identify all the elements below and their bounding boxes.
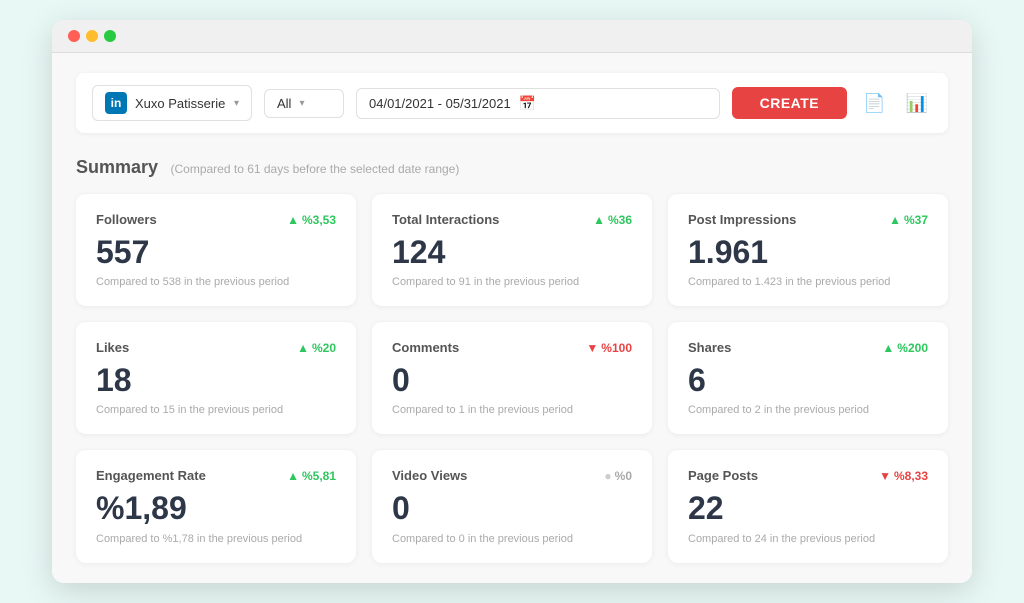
card-title: Followers xyxy=(96,212,157,227)
card-badge: %3,53 xyxy=(287,213,336,227)
account-dropdown[interactable]: in Xuxo Patisserie ▾ xyxy=(92,85,252,121)
card-compare: Compared to %1,78 in the previous period xyxy=(96,533,336,545)
summary-header: Summary (Compared to 61 days before the … xyxy=(76,157,948,178)
card-header: Post Impressions %37 xyxy=(688,212,928,227)
expand-dot xyxy=(104,30,116,42)
card-value: 18 xyxy=(96,363,336,398)
chevron-down-icon: ▾ xyxy=(299,98,304,109)
arrow-down-icon xyxy=(586,341,598,355)
account-name: Xuxo Patisserie xyxy=(135,96,226,111)
toolbar: in Xuxo Patisserie ▾ All ▾ 04/01/2021 - … xyxy=(76,73,948,133)
card-compare: Compared to 538 in the previous period xyxy=(96,276,336,288)
main-content: in Xuxo Patisserie ▾ All ▾ 04/01/2021 - … xyxy=(52,53,972,583)
card-title: Shares xyxy=(688,340,731,355)
stat-card: Engagement Rate %5,81 %1,89 Compared to … xyxy=(76,450,356,562)
card-header: Shares %200 xyxy=(688,340,928,355)
filter-label: All xyxy=(277,96,291,111)
card-title: Post Impressions xyxy=(688,212,796,227)
card-title: Engagement Rate xyxy=(96,468,206,483)
stat-card: Likes %20 18 Compared to 15 in the previ… xyxy=(76,322,356,434)
minimize-dot xyxy=(86,30,98,42)
stat-card: Total Interactions %36 124 Compared to 9… xyxy=(372,194,652,306)
card-value: 6 xyxy=(688,363,928,398)
card-header: Followers %3,53 xyxy=(96,212,336,227)
arrow-up-icon xyxy=(882,341,894,355)
card-compare: Compared to 24 in the previous period xyxy=(688,533,928,545)
linkedin-icon: in xyxy=(105,92,127,114)
card-header: Likes %20 xyxy=(96,340,336,355)
stat-card: Shares %200 6 Compared to 2 in the previ… xyxy=(668,322,948,434)
card-header: Page Posts %8,33 xyxy=(688,468,928,483)
card-compare: Compared to 2 in the previous period xyxy=(688,404,928,416)
card-badge: %5,81 xyxy=(287,469,336,483)
close-dot xyxy=(68,30,80,42)
card-badge: %20 xyxy=(297,341,336,355)
card-value: 124 xyxy=(392,235,632,270)
card-badge: %37 xyxy=(889,213,928,227)
card-value: 557 xyxy=(96,235,336,270)
cards-grid: Followers %3,53 557 Compared to 538 in t… xyxy=(76,194,948,563)
card-title: Total Interactions xyxy=(392,212,499,227)
date-range-text: 04/01/2021 - 05/31/2021 xyxy=(369,96,511,111)
card-header: Video Views %0 xyxy=(392,468,632,483)
date-picker[interactable]: 04/01/2021 - 05/31/2021 📅 xyxy=(356,88,720,119)
card-badge: %200 xyxy=(882,341,928,355)
share-icon[interactable]: 📊 xyxy=(902,89,932,118)
card-compare: Compared to 1.423 in the previous period xyxy=(688,276,928,288)
card-badge: %8,33 xyxy=(879,469,928,483)
browser-bar xyxy=(52,20,972,53)
arrow-down-icon xyxy=(879,469,891,483)
filter-dropdown[interactable]: All ▾ xyxy=(264,89,344,118)
card-value: 0 xyxy=(392,491,632,526)
card-badge: %0 xyxy=(604,469,632,483)
card-title: Video Views xyxy=(392,468,467,483)
card-title: Comments xyxy=(392,340,459,355)
card-compare: Compared to 0 in the previous period xyxy=(392,533,632,545)
card-compare: Compared to 91 in the previous period xyxy=(392,276,632,288)
arrow-up-icon xyxy=(287,469,299,483)
stat-card: Video Views %0 0 Compared to 0 in the pr… xyxy=(372,450,652,562)
summary-subtitle: (Compared to 61 days before the selected… xyxy=(171,162,460,176)
card-title: Page Posts xyxy=(688,468,758,483)
circle-gray-icon xyxy=(604,469,611,483)
arrow-up-icon xyxy=(287,213,299,227)
stat-card: Page Posts %8,33 22 Compared to 24 in th… xyxy=(668,450,948,562)
summary-title: Summary xyxy=(76,157,158,177)
stat-card: Followers %3,53 557 Compared to 538 in t… xyxy=(76,194,356,306)
browser-window: in Xuxo Patisserie ▾ All ▾ 04/01/2021 - … xyxy=(52,20,972,583)
card-value: 1.961 xyxy=(688,235,928,270)
chevron-down-icon: ▾ xyxy=(234,98,239,109)
card-header: Comments %100 xyxy=(392,340,632,355)
card-badge: %100 xyxy=(586,341,632,355)
card-header: Total Interactions %36 xyxy=(392,212,632,227)
card-title: Likes xyxy=(96,340,129,355)
arrow-up-icon xyxy=(889,213,901,227)
calendar-icon: 📅 xyxy=(519,95,536,112)
card-compare: Compared to 15 in the previous period xyxy=(96,404,336,416)
arrow-up-icon xyxy=(593,213,605,227)
download-pdf-icon[interactable]: 📄 xyxy=(859,89,889,118)
card-value: 0 xyxy=(392,363,632,398)
stat-card: Comments %100 0 Compared to 1 in the pre… xyxy=(372,322,652,434)
card-value: %1,89 xyxy=(96,491,336,526)
card-badge: %36 xyxy=(593,213,632,227)
card-compare: Compared to 1 in the previous period xyxy=(392,404,632,416)
create-button[interactable]: CREATE xyxy=(732,87,848,119)
card-header: Engagement Rate %5,81 xyxy=(96,468,336,483)
arrow-up-icon xyxy=(297,341,309,355)
stat-card: Post Impressions %37 1.961 Compared to 1… xyxy=(668,194,948,306)
card-value: 22 xyxy=(688,491,928,526)
